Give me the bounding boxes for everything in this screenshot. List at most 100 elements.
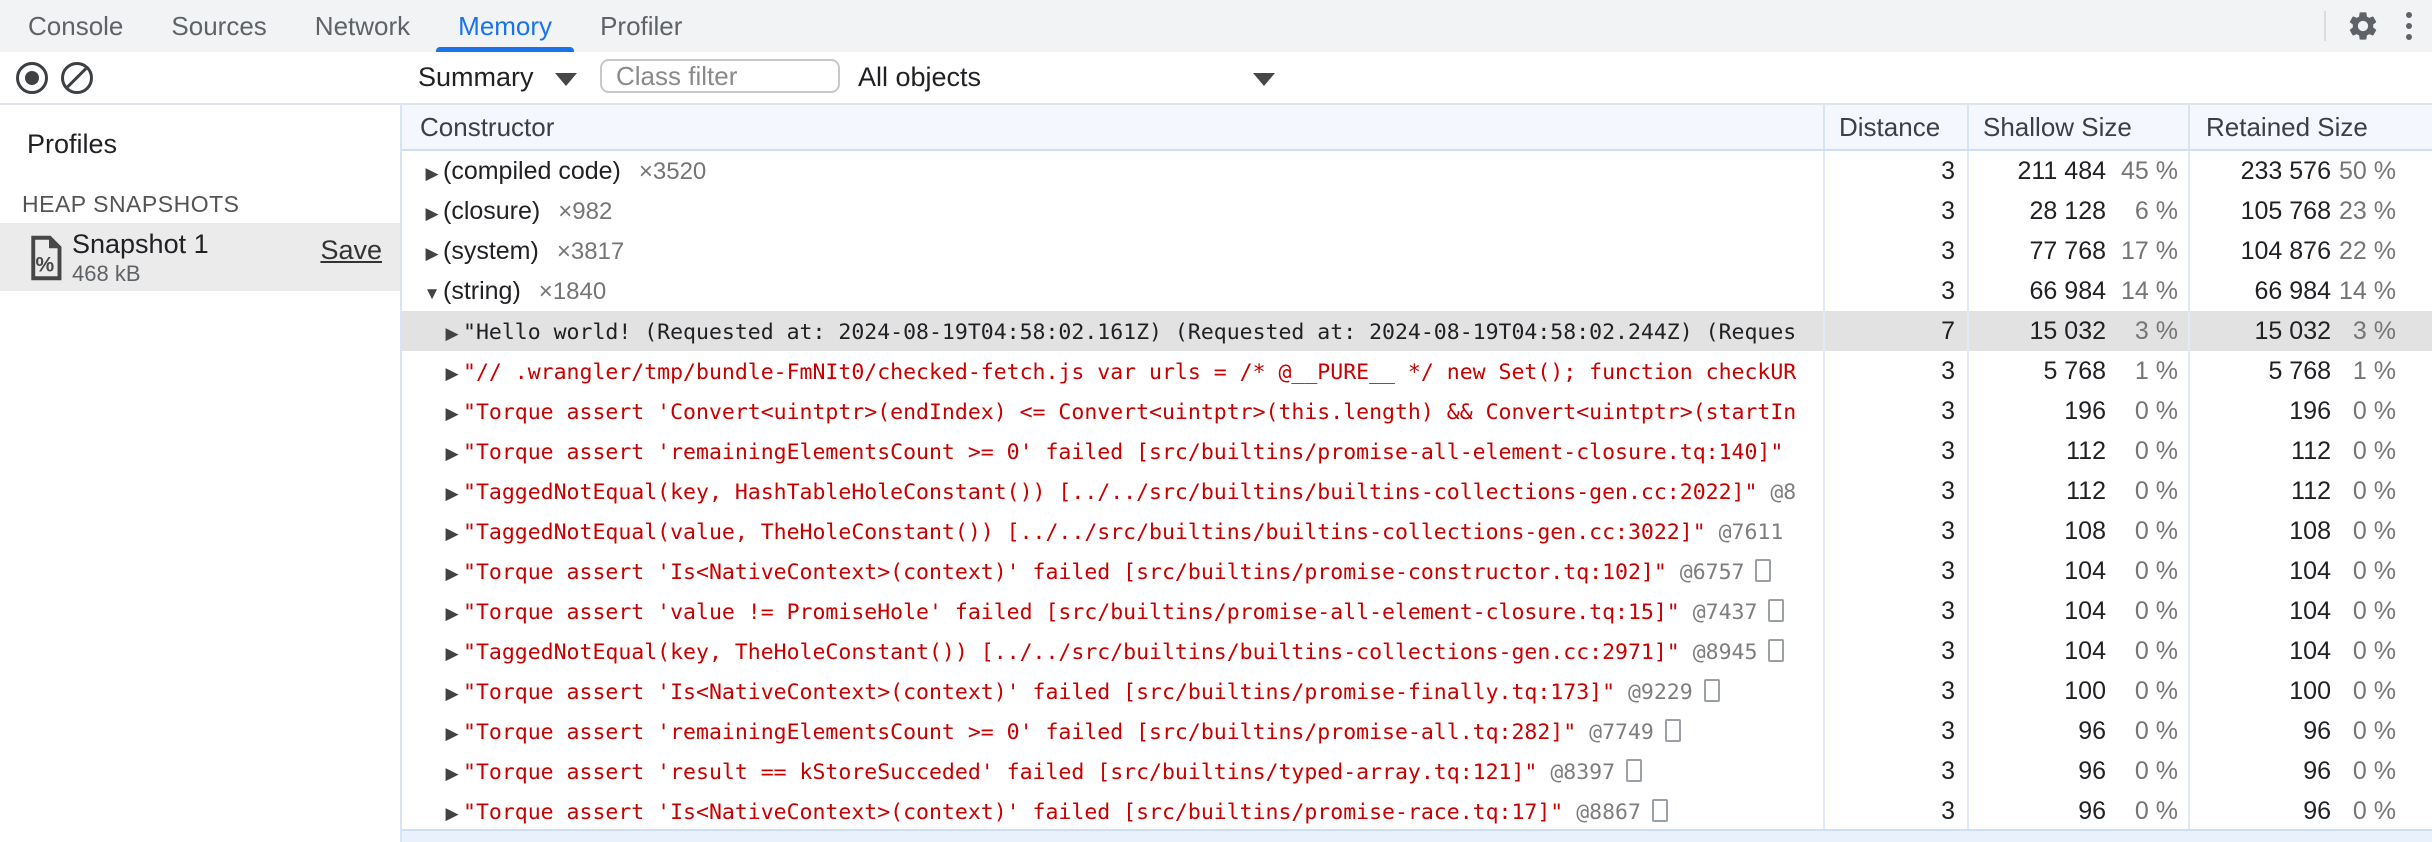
tab-memory[interactable]: Memory xyxy=(434,0,576,52)
table-row[interactable]: ▶ "Torque assert 'Is<NativeContext>(conte… xyxy=(402,671,2432,711)
class-filter-input[interactable] xyxy=(600,59,840,93)
shallow-size-cell: 196 0 % xyxy=(1967,391,2188,431)
grid-bottom-scrollbar[interactable] xyxy=(402,829,2432,842)
table-row[interactable]: ▼ (string) ×1840 3 66 984 14 % 66 984 14 % xyxy=(402,271,2432,311)
instance-count: ×3520 xyxy=(638,158,707,185)
table-row[interactable]: ▶ "Torque assert 'value != PromiseHole' f… xyxy=(402,591,2432,631)
collapse-arrow-icon[interactable]: ▶ xyxy=(441,314,463,351)
distance-cell: 3 xyxy=(1823,231,1967,271)
collapse-arrow-icon[interactable]: ▶ xyxy=(441,354,463,391)
collapse-arrow-icon[interactable]: ▶ xyxy=(441,474,463,511)
shallow-size-value: 104 xyxy=(2064,557,2106,585)
table-row[interactable]: ▶ "Torque assert 'result == kStoreSuccede… xyxy=(402,751,2432,791)
collapse-arrow-icon[interactable]: ▶ xyxy=(441,794,463,831)
expand-arrow-icon[interactable]: ▼ xyxy=(421,274,443,311)
collapse-arrow-icon[interactable]: ▶ xyxy=(441,674,463,711)
retained-size-cell: 104 0 % xyxy=(2188,591,2432,631)
sidebar-item-snapshot-1[interactable]: % Snapshot 1 468 kB Save xyxy=(0,223,400,291)
collapse-arrow-icon[interactable]: ▶ xyxy=(441,434,463,471)
retained-size-cell: 112 0 % xyxy=(2188,431,2432,471)
table-row[interactable]: ▶ (system) ×3817 3 77 768 17 % 104 876 22 % xyxy=(402,231,2432,271)
distance-cell: 3 xyxy=(1823,471,1967,511)
collapse-arrow-icon[interactable]: ▶ xyxy=(421,234,443,271)
tab-profiler[interactable]: Profiler xyxy=(576,0,706,52)
collapse-arrow-icon[interactable]: ▶ xyxy=(421,154,443,191)
retained-size-percent: 22 % xyxy=(2339,237,2396,265)
distance-cell: 7 xyxy=(1823,311,1967,351)
tab-sources[interactable]: Sources xyxy=(147,0,290,52)
table-row[interactable]: ▶ "Torque assert 'Convert<uintptr>(endInd… xyxy=(402,391,2432,431)
chevron-down-icon[interactable] xyxy=(1253,73,1275,86)
reveal-box-icon xyxy=(1755,559,1772,582)
document-percent-icon: % xyxy=(31,235,62,281)
shallow-size-value: 15 032 xyxy=(2029,317,2106,345)
objects-filter-select[interactable]: All objects xyxy=(858,52,981,103)
tab-network[interactable]: Network xyxy=(291,0,434,52)
retained-size-value: 15 032 xyxy=(2254,317,2331,345)
object-id: @8 xyxy=(1757,480,1797,505)
snapshot-save-link[interactable]: Save xyxy=(320,235,382,266)
constructor-cell: ▶ "// .wrangler/tmp/bundle-FmNIt0/checked… xyxy=(402,351,1823,391)
table-row[interactable]: ▶ "Torque assert 'Is<NativeContext>(conte… xyxy=(402,551,2432,591)
collapse-arrow-icon[interactable]: ▶ xyxy=(441,594,463,631)
column-header-retained-size[interactable]: Retained Size xyxy=(2188,105,2432,149)
clear-profiles-icon[interactable] xyxy=(61,62,93,94)
retained-size-percent: 0 % xyxy=(2352,517,2396,545)
string-value: "Torque assert 'Convert<uintptr>(endInde… xyxy=(463,400,1797,425)
table-row[interactable]: ▶ (closure) ×982 3 28 128 6 % 105 768 23 % xyxy=(402,191,2432,231)
shallow-size-percent: 0 % xyxy=(2134,757,2178,785)
collapse-arrow-icon[interactable]: ▶ xyxy=(441,634,463,671)
retained-size-percent: 14 % xyxy=(2339,277,2396,305)
constructor-name: (compiled code) xyxy=(443,157,621,185)
retained-size-cell: 96 0 % xyxy=(2188,711,2432,751)
table-row[interactable]: ▶ "TaggedNotEqual(key, TheHoleConstant())… xyxy=(402,631,2432,671)
kebab-menu-icon[interactable] xyxy=(2406,12,2412,40)
constructor-cell: ▶ "Torque assert 'Is<NativeContext>(conte… xyxy=(402,551,1823,591)
object-id: @8397 xyxy=(1537,760,1616,785)
collapse-arrow-icon[interactable]: ▶ xyxy=(441,554,463,591)
string-value: "Torque assert 'value != PromiseHole' fa… xyxy=(463,600,1680,625)
shallow-size-percent: 3 % xyxy=(2134,317,2178,345)
shallow-size-percent: 0 % xyxy=(2134,797,2178,825)
string-value: "Torque assert 'remainingElementsCount >… xyxy=(463,720,1577,745)
constructor-cell: ▶ "Torque assert 'value != PromiseHole' f… xyxy=(402,591,1823,631)
record-heap-snapshot-icon[interactable] xyxy=(16,62,48,94)
retained-size-cell: 104 0 % xyxy=(2188,551,2432,591)
retained-size-value: 104 xyxy=(2289,557,2331,585)
column-header-distance[interactable]: Distance xyxy=(1823,105,1967,149)
snapshot-name: Snapshot 1 xyxy=(72,229,209,259)
table-row[interactable]: ▶ "// .wrangler/tmp/bundle-FmNIt0/checked… xyxy=(402,351,2432,391)
collapse-arrow-icon[interactable]: ▶ xyxy=(441,754,463,791)
table-row[interactable]: ▶ "Hello world! (Requested at: 2024-08-19… xyxy=(402,311,2432,351)
collapse-arrow-icon[interactable]: ▶ xyxy=(421,194,443,231)
chevron-down-icon[interactable] xyxy=(555,73,577,86)
column-header-shallow-size[interactable]: Shallow Size xyxy=(1967,105,2188,149)
collapse-arrow-icon[interactable]: ▶ xyxy=(441,514,463,551)
table-row[interactable]: ▶ "Torque assert 'remainingElementsCount … xyxy=(402,711,2432,751)
table-row[interactable]: ▶ "Torque assert 'Is<NativeContext>(conte… xyxy=(402,791,2432,831)
table-row[interactable]: ▶ (compiled code) ×3520 3 211 484 45 % 233 576… xyxy=(402,151,2432,191)
table-row[interactable]: ▶ "Torque assert 'remainingElementsCount … xyxy=(402,431,2432,471)
retained-size-percent: 0 % xyxy=(2352,637,2396,665)
toolbar-divider xyxy=(2324,11,2326,41)
grid-header: Constructor Distance Shallow Size Retain… xyxy=(402,105,2432,151)
string-value: "Hello world! (Requested at: 2024-08-19T… xyxy=(463,320,1797,345)
collapse-arrow-icon[interactable]: ▶ xyxy=(441,714,463,751)
tab-console[interactable]: Console xyxy=(4,0,147,52)
perspective-select[interactable]: Summary xyxy=(418,52,534,103)
shallow-size-percent: 0 % xyxy=(2134,717,2178,745)
table-row[interactable]: ▶ "TaggedNotEqual(value, TheHoleConstant(… xyxy=(402,511,2432,551)
shallow-size-percent: 45 % xyxy=(2121,157,2178,185)
shallow-size-value: 96 xyxy=(2078,717,2106,745)
svg-text:%: % xyxy=(36,254,55,277)
string-value: "Torque assert 'result == kStoreSucceded… xyxy=(463,760,1538,785)
shallow-size-percent: 0 % xyxy=(2134,517,2178,545)
collapse-arrow-icon[interactable]: ▶ xyxy=(441,394,463,431)
retained-size-value: 108 xyxy=(2289,517,2331,545)
distance-cell: 3 xyxy=(1823,431,1967,471)
table-row[interactable]: ▶ "TaggedNotEqual(key, HashTableHoleConst… xyxy=(402,471,2432,511)
column-header-constructor[interactable]: Constructor xyxy=(402,105,1823,149)
distance-cell: 3 xyxy=(1823,351,1967,391)
gear-icon[interactable] xyxy=(2346,9,2380,43)
devtools-tabbar: Console Sources Network Memory Profiler xyxy=(0,0,2432,52)
